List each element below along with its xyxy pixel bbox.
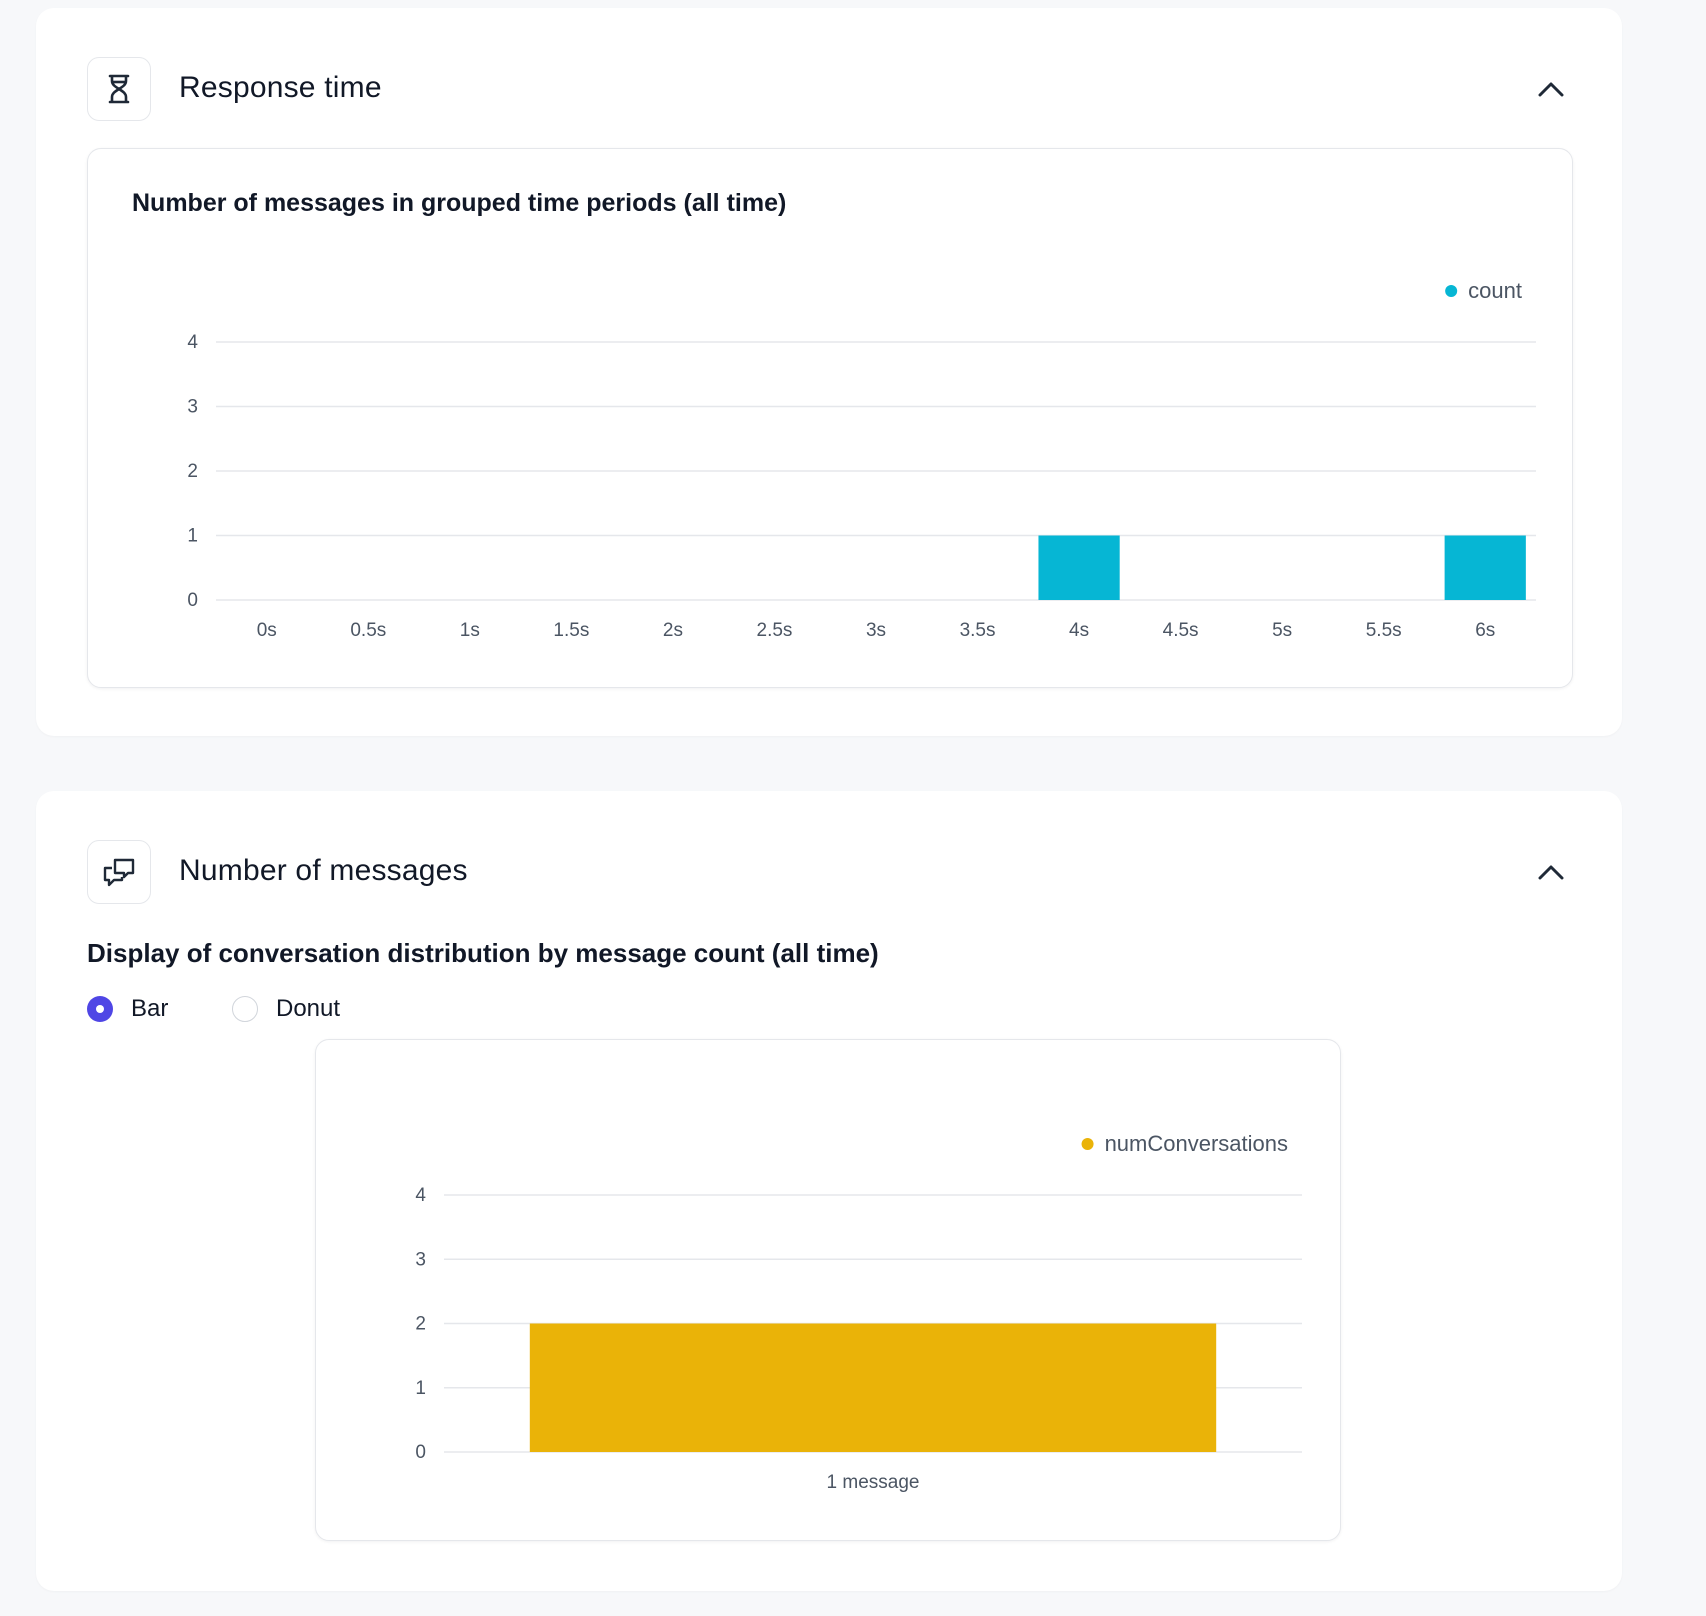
legend-dot [1081, 1138, 1094, 1150]
y-tick-label: 2 [187, 461, 198, 482]
x-tick-label: 5s [1272, 620, 1292, 641]
y-tick-label: 0 [415, 1442, 426, 1463]
distribution-subtitle: Display of conversation distribution by … [87, 938, 879, 968]
x-tick-label: 3s [866, 620, 886, 641]
x-tick-label: 3.5s [960, 620, 996, 641]
x-tick-label: 1.5s [553, 620, 589, 641]
number-of-messages-header[interactable]: Number of messages [87, 840, 1571, 906]
y-tick-label: 1 [187, 526, 198, 547]
y-tick-label: 1 [415, 1378, 426, 1399]
bar [529, 1323, 1217, 1452]
bar [1038, 535, 1120, 600]
message-count-chart-card: 0 1 2 3 4 1 message numConversations [315, 1039, 1341, 1541]
x-tick-label: 2s [663, 620, 683, 641]
y-tick-label: 3 [187, 397, 198, 418]
y-tick-label: 4 [415, 1185, 426, 1206]
response-time-title: Response time [179, 71, 382, 104]
legend-label: count [1468, 278, 1522, 303]
x-tick-label: 1s [460, 620, 480, 641]
message-count-chart: 0 1 2 3 4 1 message numConversations [415, 1131, 1302, 1493]
x-tick-label: 5.5s [1366, 620, 1402, 641]
radio-bar-circle[interactable] [87, 996, 113, 1022]
x-tick-label: 6s [1475, 620, 1495, 641]
response-time-panel: Response time Number of messages in grou… [36, 8, 1622, 736]
x-tick-label: 0s [257, 620, 277, 641]
y-tick-label: 2 [415, 1314, 426, 1335]
chat-bubbles-icon [87, 840, 151, 904]
x-tick-label: 0.5s [350, 620, 386, 641]
radio-donut[interactable]: Donut [232, 994, 340, 1024]
chevron-up-icon[interactable] [1531, 852, 1571, 892]
y-tick-label: 3 [415, 1249, 426, 1270]
hourglass-icon [87, 57, 151, 121]
x-tick-label: 4.5s [1163, 620, 1199, 641]
response-time-header[interactable]: Response time [87, 57, 1571, 123]
y-tick-label: 0 [187, 590, 198, 611]
bar [1444, 535, 1526, 600]
legend-label: numConversations [1105, 1131, 1288, 1156]
response-time-chart-card: Number of messages in grouped time perio… [87, 148, 1573, 688]
radio-donut-label: Donut [276, 995, 341, 1022]
radio-bar-label: Bar [131, 995, 169, 1022]
y-tick-label: 4 [187, 332, 198, 353]
x-tick-label: 2.5s [757, 620, 793, 641]
x-tick-label: 4s [1069, 620, 1089, 641]
number-of-messages-panel: Number of messages Display of conversati… [36, 791, 1622, 1591]
radio-bar[interactable]: Bar [87, 994, 168, 1024]
response-time-chart: 0 1 2 3 4 0s 0.5s 1s 1.5s 2s 2.5s 3s 3.5s 4s 4.5s 5s 5.5… [187, 278, 1536, 641]
chevron-up-icon[interactable] [1531, 69, 1571, 109]
legend-dot [1445, 285, 1458, 297]
radio-donut-circle[interactable] [232, 996, 258, 1022]
x-tick-label: 1 message [827, 1472, 920, 1493]
number-of-messages-title: Number of messages [179, 854, 468, 887]
